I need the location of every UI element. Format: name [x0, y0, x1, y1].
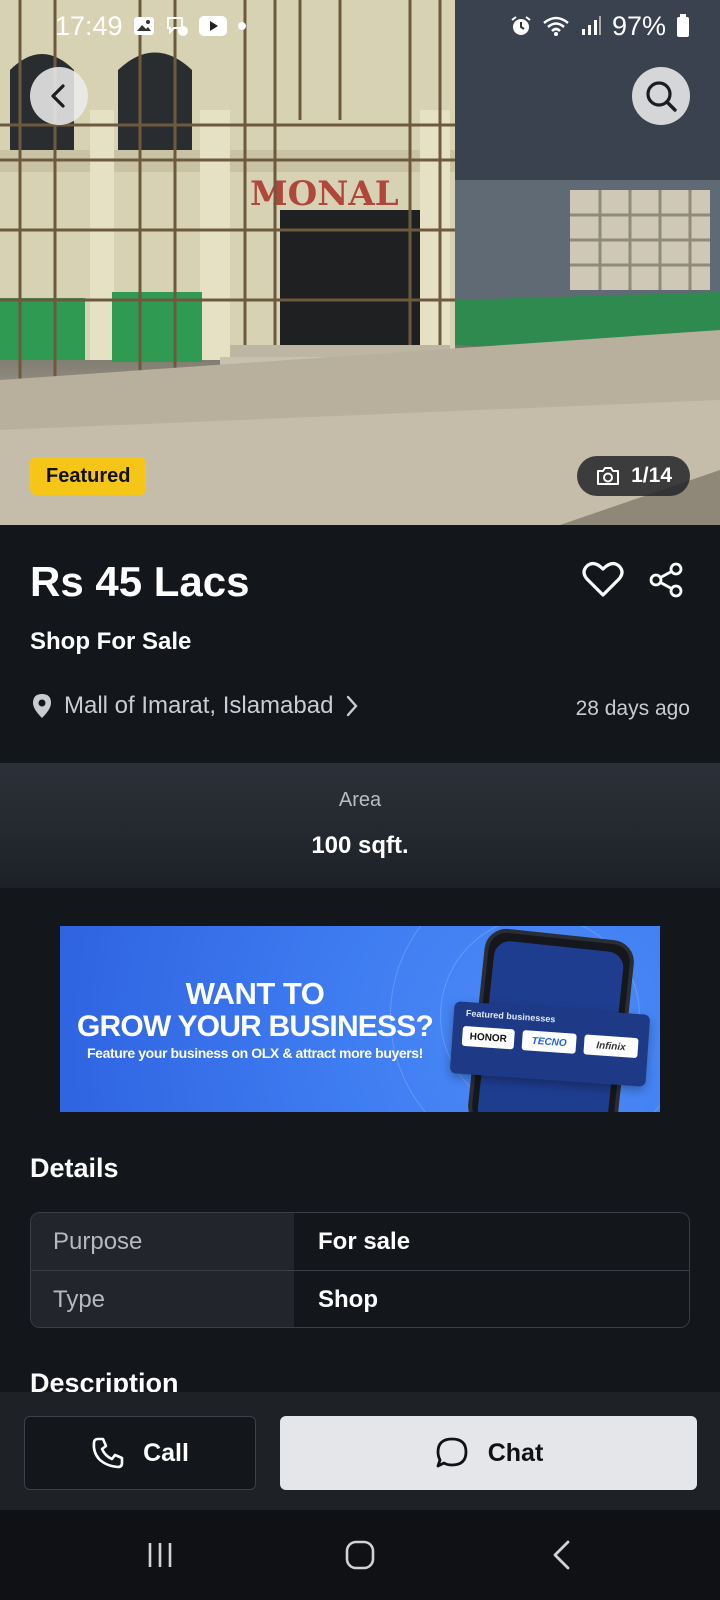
heart-icon	[582, 562, 624, 597]
featured-brands-card: Featured businesses HONOR TECNO Infinix	[449, 1001, 651, 1087]
chevron-right-icon	[347, 695, 359, 717]
recent-apps-icon	[148, 1543, 172, 1567]
featured-badge: Featured	[30, 457, 147, 495]
chat-bubble-icon	[436, 1437, 468, 1468]
area-value: 100 sqft.	[311, 832, 409, 859]
call-label: Call	[143, 1438, 189, 1467]
phone-icon	[92, 1437, 124, 1469]
area-summary: Area 100 sqft.	[0, 763, 720, 888]
details-row: Type Shop	[31, 1271, 689, 1327]
brand-card-title: Featured businesses	[465, 1008, 556, 1025]
details-key: Purpose	[31, 1213, 294, 1270]
camera-icon	[597, 467, 620, 485]
system-nav-bar	[0, 1510, 720, 1600]
listing-photo[interactable]: MONAL 17:49 97% Featured 1/14	[0, 0, 720, 525]
share-button[interactable]	[648, 562, 684, 603]
brand-chip: Infinix	[583, 1034, 639, 1059]
details-key: Type	[31, 1271, 294, 1327]
search-button[interactable]	[632, 67, 690, 125]
gallery-notification-icon	[133, 16, 155, 36]
details-row: Purpose For sale	[31, 1213, 689, 1271]
banner-headline-1: WANT TO	[185, 976, 325, 1011]
photo-counter-text: 1/14	[631, 464, 672, 487]
svg-text:MONAL: MONAL	[250, 174, 399, 214]
photo-counter[interactable]: 1/14	[577, 456, 690, 496]
wifi-icon	[542, 15, 570, 37]
listing-title: Shop For Sale	[30, 628, 192, 655]
system-back-icon	[553, 1540, 570, 1570]
chat-label: Chat	[487, 1438, 544, 1467]
share-icon	[649, 562, 683, 598]
details-value: For sale	[294, 1213, 689, 1270]
back-button[interactable]	[30, 67, 88, 125]
recent-apps-button[interactable]	[130, 1530, 190, 1580]
location-pin-icon	[33, 694, 51, 718]
banner-subline: Feature your business on OLX & attract m…	[87, 1045, 423, 1061]
alarm-icon	[510, 15, 532, 37]
brand-chip: HONOR	[461, 1025, 515, 1050]
location-link[interactable]: Mall of Imarat, Islamabad	[32, 692, 359, 720]
listing-photo-scene: MONAL	[0, 0, 720, 525]
action-bar: Call Chat	[0, 1392, 720, 1510]
details-value: Shop	[294, 1271, 689, 1327]
messenger-notification-icon	[165, 15, 189, 37]
banner-headline-2: GROW YOUR BUSINESS?	[77, 1010, 434, 1043]
listing-price: Rs 45 Lacs	[30, 558, 250, 605]
details-heading: Details	[30, 1153, 119, 1183]
back-arrow-icon	[51, 84, 65, 108]
home-icon	[345, 1540, 375, 1570]
status-time: 17:49	[55, 10, 123, 41]
signal-icon	[580, 15, 602, 37]
favorite-button[interactable]	[582, 560, 624, 603]
area-label: Area	[338, 789, 382, 811]
search-icon	[646, 81, 677, 112]
location-text: Mall of Imarat, Islamabad	[64, 692, 334, 719]
posted-time: 28 days ago	[575, 697, 690, 720]
battery-percent: 97%	[611, 10, 666, 41]
battery-icon	[676, 14, 690, 38]
promo-banner[interactable]: WANT TO GROW YOUR BUSINESS? Feature your…	[60, 926, 660, 1112]
home-button[interactable]	[330, 1530, 390, 1580]
call-button[interactable]: Call	[24, 1416, 256, 1490]
youtube-notification-icon	[198, 16, 227, 36]
more-notifications-dot-icon	[237, 21, 247, 31]
brand-chip: TECNO	[521, 1030, 577, 1054]
chat-button[interactable]: Chat	[280, 1416, 697, 1490]
details-table: Purpose For sale Type Shop	[30, 1212, 690, 1328]
status-bar: 17:49 97%	[0, 0, 720, 52]
system-back-button[interactable]	[532, 1530, 592, 1580]
